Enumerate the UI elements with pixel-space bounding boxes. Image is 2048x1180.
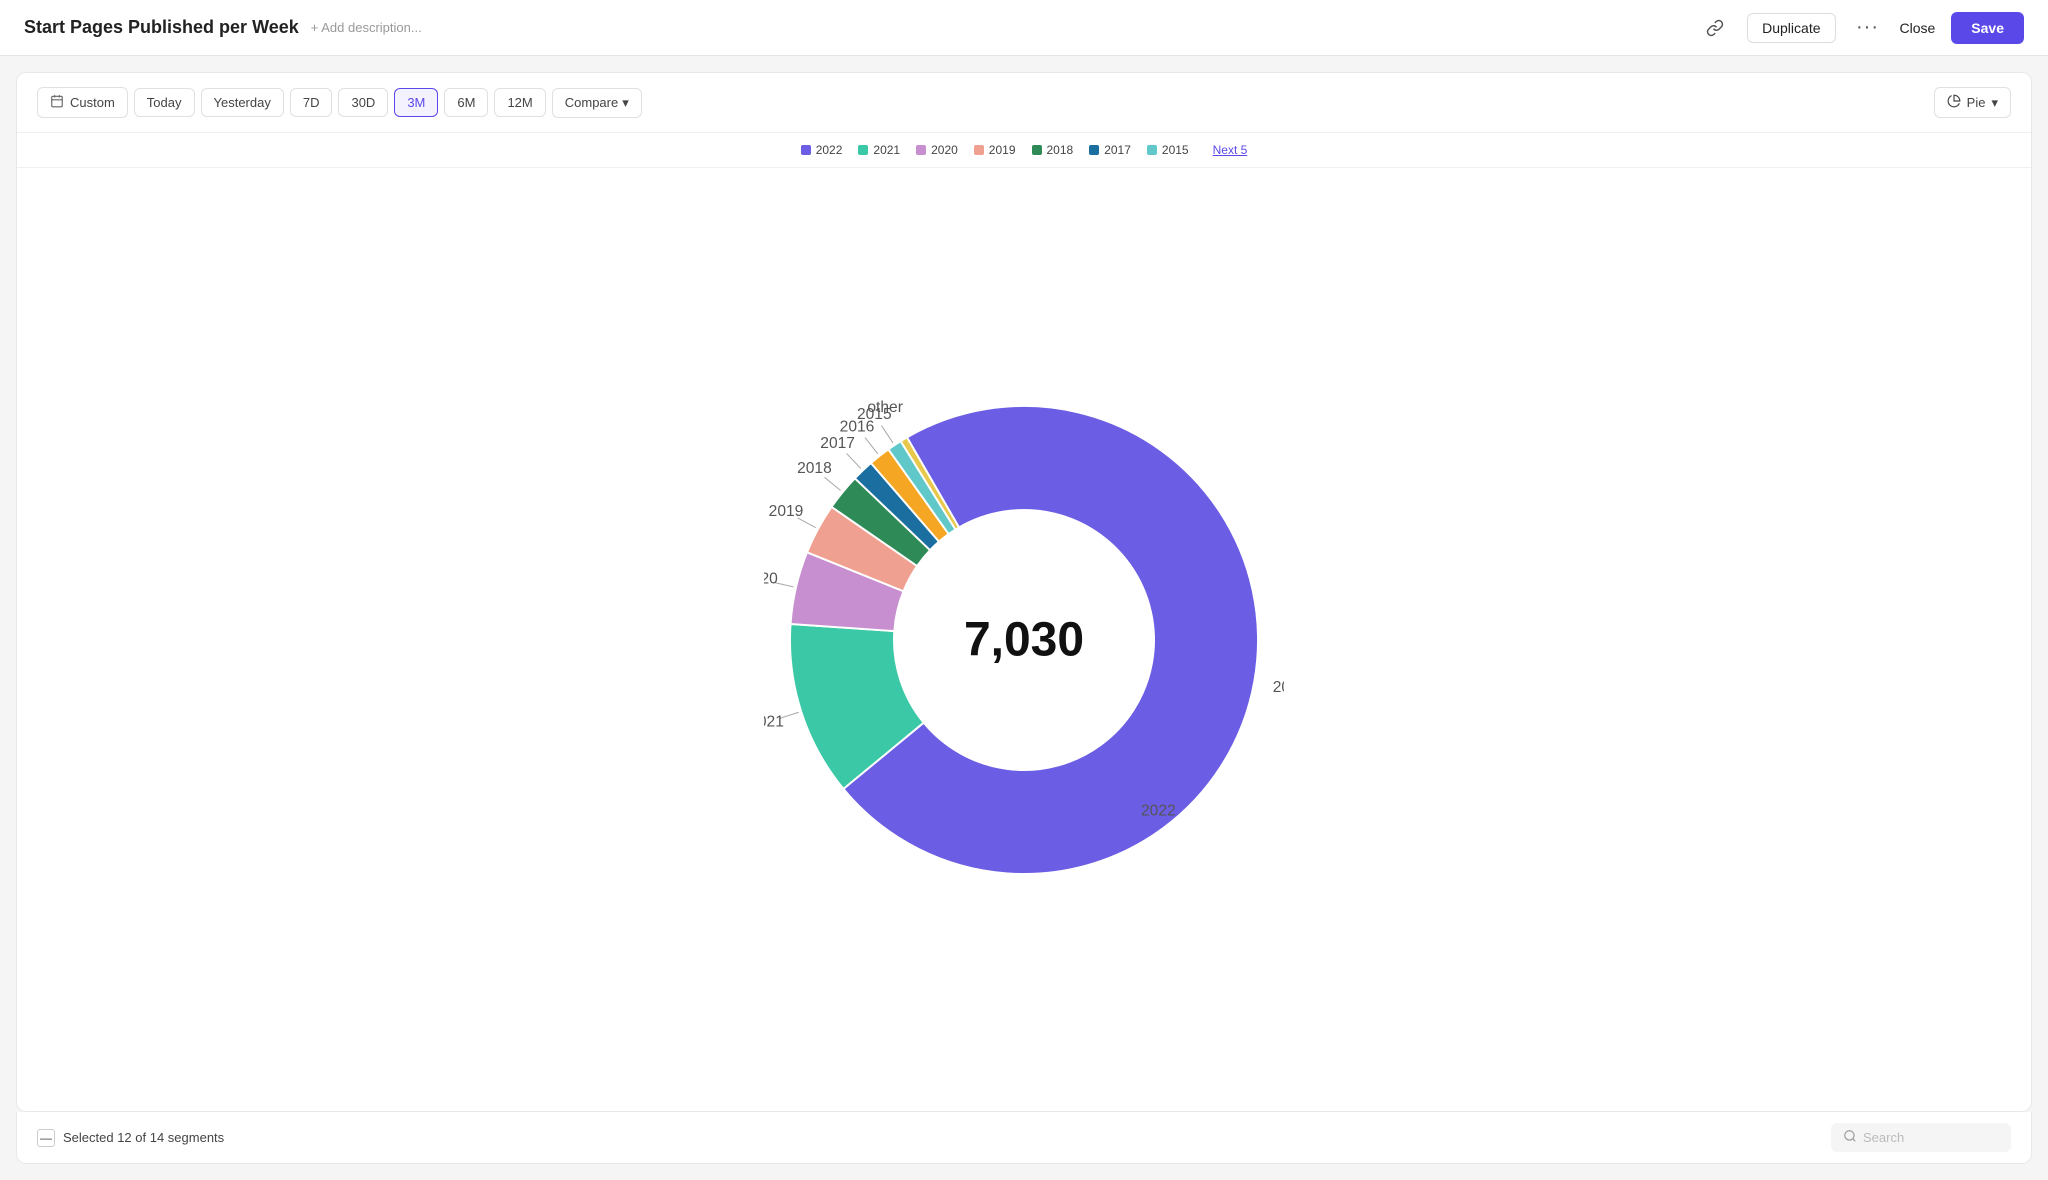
donut-center-value: 7,030 <box>964 612 1084 667</box>
legend-next[interactable]: Next 5 <box>1213 143 1248 157</box>
close-button[interactable]: Close <box>1900 20 1936 36</box>
7d-filter-button[interactable]: 7D <box>290 88 333 117</box>
legend-label: 2021 <box>873 143 900 157</box>
legend-bar: 2022 2021 2020 2019 2018 2017 2015 Next 5 <box>17 133 2031 168</box>
chart-segment-label: 2022 <box>1273 679 1284 696</box>
top-bar-right: Duplicate ··· Close Save <box>1699 12 2024 44</box>
bottom-left: — Selected 12 of 14 segments <box>37 1129 224 1147</box>
legend-label: 2020 <box>931 143 958 157</box>
chart-panel: Custom Today Yesterday 7D 30D 3M 6M 12M … <box>16 72 2032 1112</box>
legend-item[interactable]: 2018 <box>1032 143 1074 157</box>
segment-connector-line <box>825 477 841 490</box>
search-placeholder: Search <box>1863 1130 1904 1145</box>
legend-label: 2018 <box>1047 143 1074 157</box>
filter-left: Custom Today Yesterday 7D 30D 3M 6M 12M … <box>37 87 642 118</box>
legend-label: 2022 <box>816 143 843 157</box>
pie-icon <box>1947 94 1961 111</box>
legend-color-dot <box>974 145 984 155</box>
legend-item[interactable]: 2022 <box>801 143 843 157</box>
legend-item[interactable]: 2015 <box>1147 143 1189 157</box>
chart-segment-label: other <box>867 399 903 416</box>
chart-segment-label: 2019 <box>769 502 804 519</box>
bottom-bar: — Selected 12 of 14 segments Search <box>16 1112 2032 1164</box>
more-options-button[interactable]: ··· <box>1852 12 1884 44</box>
donut-chart: 20222021202020192018201720162015other202… <box>764 380 1284 900</box>
segment-connector-line <box>865 437 878 453</box>
legend-color-dot <box>1089 145 1099 155</box>
filter-right: Pie ▾ <box>1934 87 2011 118</box>
legend-label: 2019 <box>989 143 1016 157</box>
legend-color-dot <box>916 145 926 155</box>
legend-item[interactable]: 2021 <box>858 143 900 157</box>
legend-item[interactable]: 2019 <box>974 143 1016 157</box>
search-icon <box>1843 1129 1857 1146</box>
top-bar-left: Start Pages Published per Week + Add des… <box>24 17 422 38</box>
link-icon-button[interactable] <box>1699 12 1731 44</box>
segment-connector-line <box>847 453 861 468</box>
yesterday-filter-button[interactable]: Yesterday <box>201 88 284 117</box>
legend-color-dot <box>858 145 868 155</box>
3m-filter-button[interactable]: 3M <box>394 88 438 117</box>
bottom-right: Search <box>1831 1123 2011 1152</box>
filter-bar: Custom Today Yesterday 7D 30D 3M 6M 12M … <box>17 73 2031 133</box>
selected-segments-text: Selected 12 of 14 segments <box>63 1130 224 1145</box>
save-button[interactable]: Save <box>1951 12 2024 44</box>
chart-segment-label: 2020 <box>764 570 778 587</box>
compare-button[interactable]: Compare ▾ <box>552 88 642 118</box>
legend-color-dot <box>1032 145 1042 155</box>
custom-filter-button[interactable]: Custom <box>37 87 128 118</box>
main-content: Custom Today Yesterday 7D 30D 3M 6M 12M … <box>0 56 2048 1180</box>
legend-label: 2017 <box>1104 143 1131 157</box>
6m-filter-button[interactable]: 6M <box>444 88 488 117</box>
top-bar: Start Pages Published per Week + Add des… <box>0 0 2048 56</box>
duplicate-button[interactable]: Duplicate <box>1747 13 1835 43</box>
legend-item[interactable]: 2017 <box>1089 143 1131 157</box>
legend-label: 2015 <box>1162 143 1189 157</box>
page-title: Start Pages Published per Week <box>24 17 299 38</box>
calendar-icon <box>50 94 64 111</box>
search-box[interactable]: Search <box>1831 1123 2011 1152</box>
chart-area: 20222021202020192018201720162015other202… <box>17 168 2031 1111</box>
legend-item[interactable]: 2020 <box>916 143 958 157</box>
chevron-down-icon: ▾ <box>622 95 629 111</box>
chart-segment-label: 2018 <box>797 460 832 477</box>
chart-segment-label-2022: 2022 <box>1141 802 1176 819</box>
chart-segment-label: 2021 <box>764 713 784 730</box>
segment-connector-line <box>881 425 893 442</box>
12m-filter-button[interactable]: 12M <box>494 88 545 117</box>
30d-filter-button[interactable]: 30D <box>338 88 388 117</box>
today-filter-button[interactable]: Today <box>134 88 195 117</box>
chart-segment-label: 2017 <box>820 435 855 452</box>
legend-color-dot <box>801 145 811 155</box>
deselect-button[interactable]: — <box>37 1129 55 1147</box>
chevron-down-icon: ▾ <box>1991 95 1998 111</box>
legend-color-dot <box>1147 145 1157 155</box>
add-description[interactable]: + Add description... <box>311 20 422 35</box>
pie-chart-button[interactable]: Pie ▾ <box>1934 87 2011 118</box>
